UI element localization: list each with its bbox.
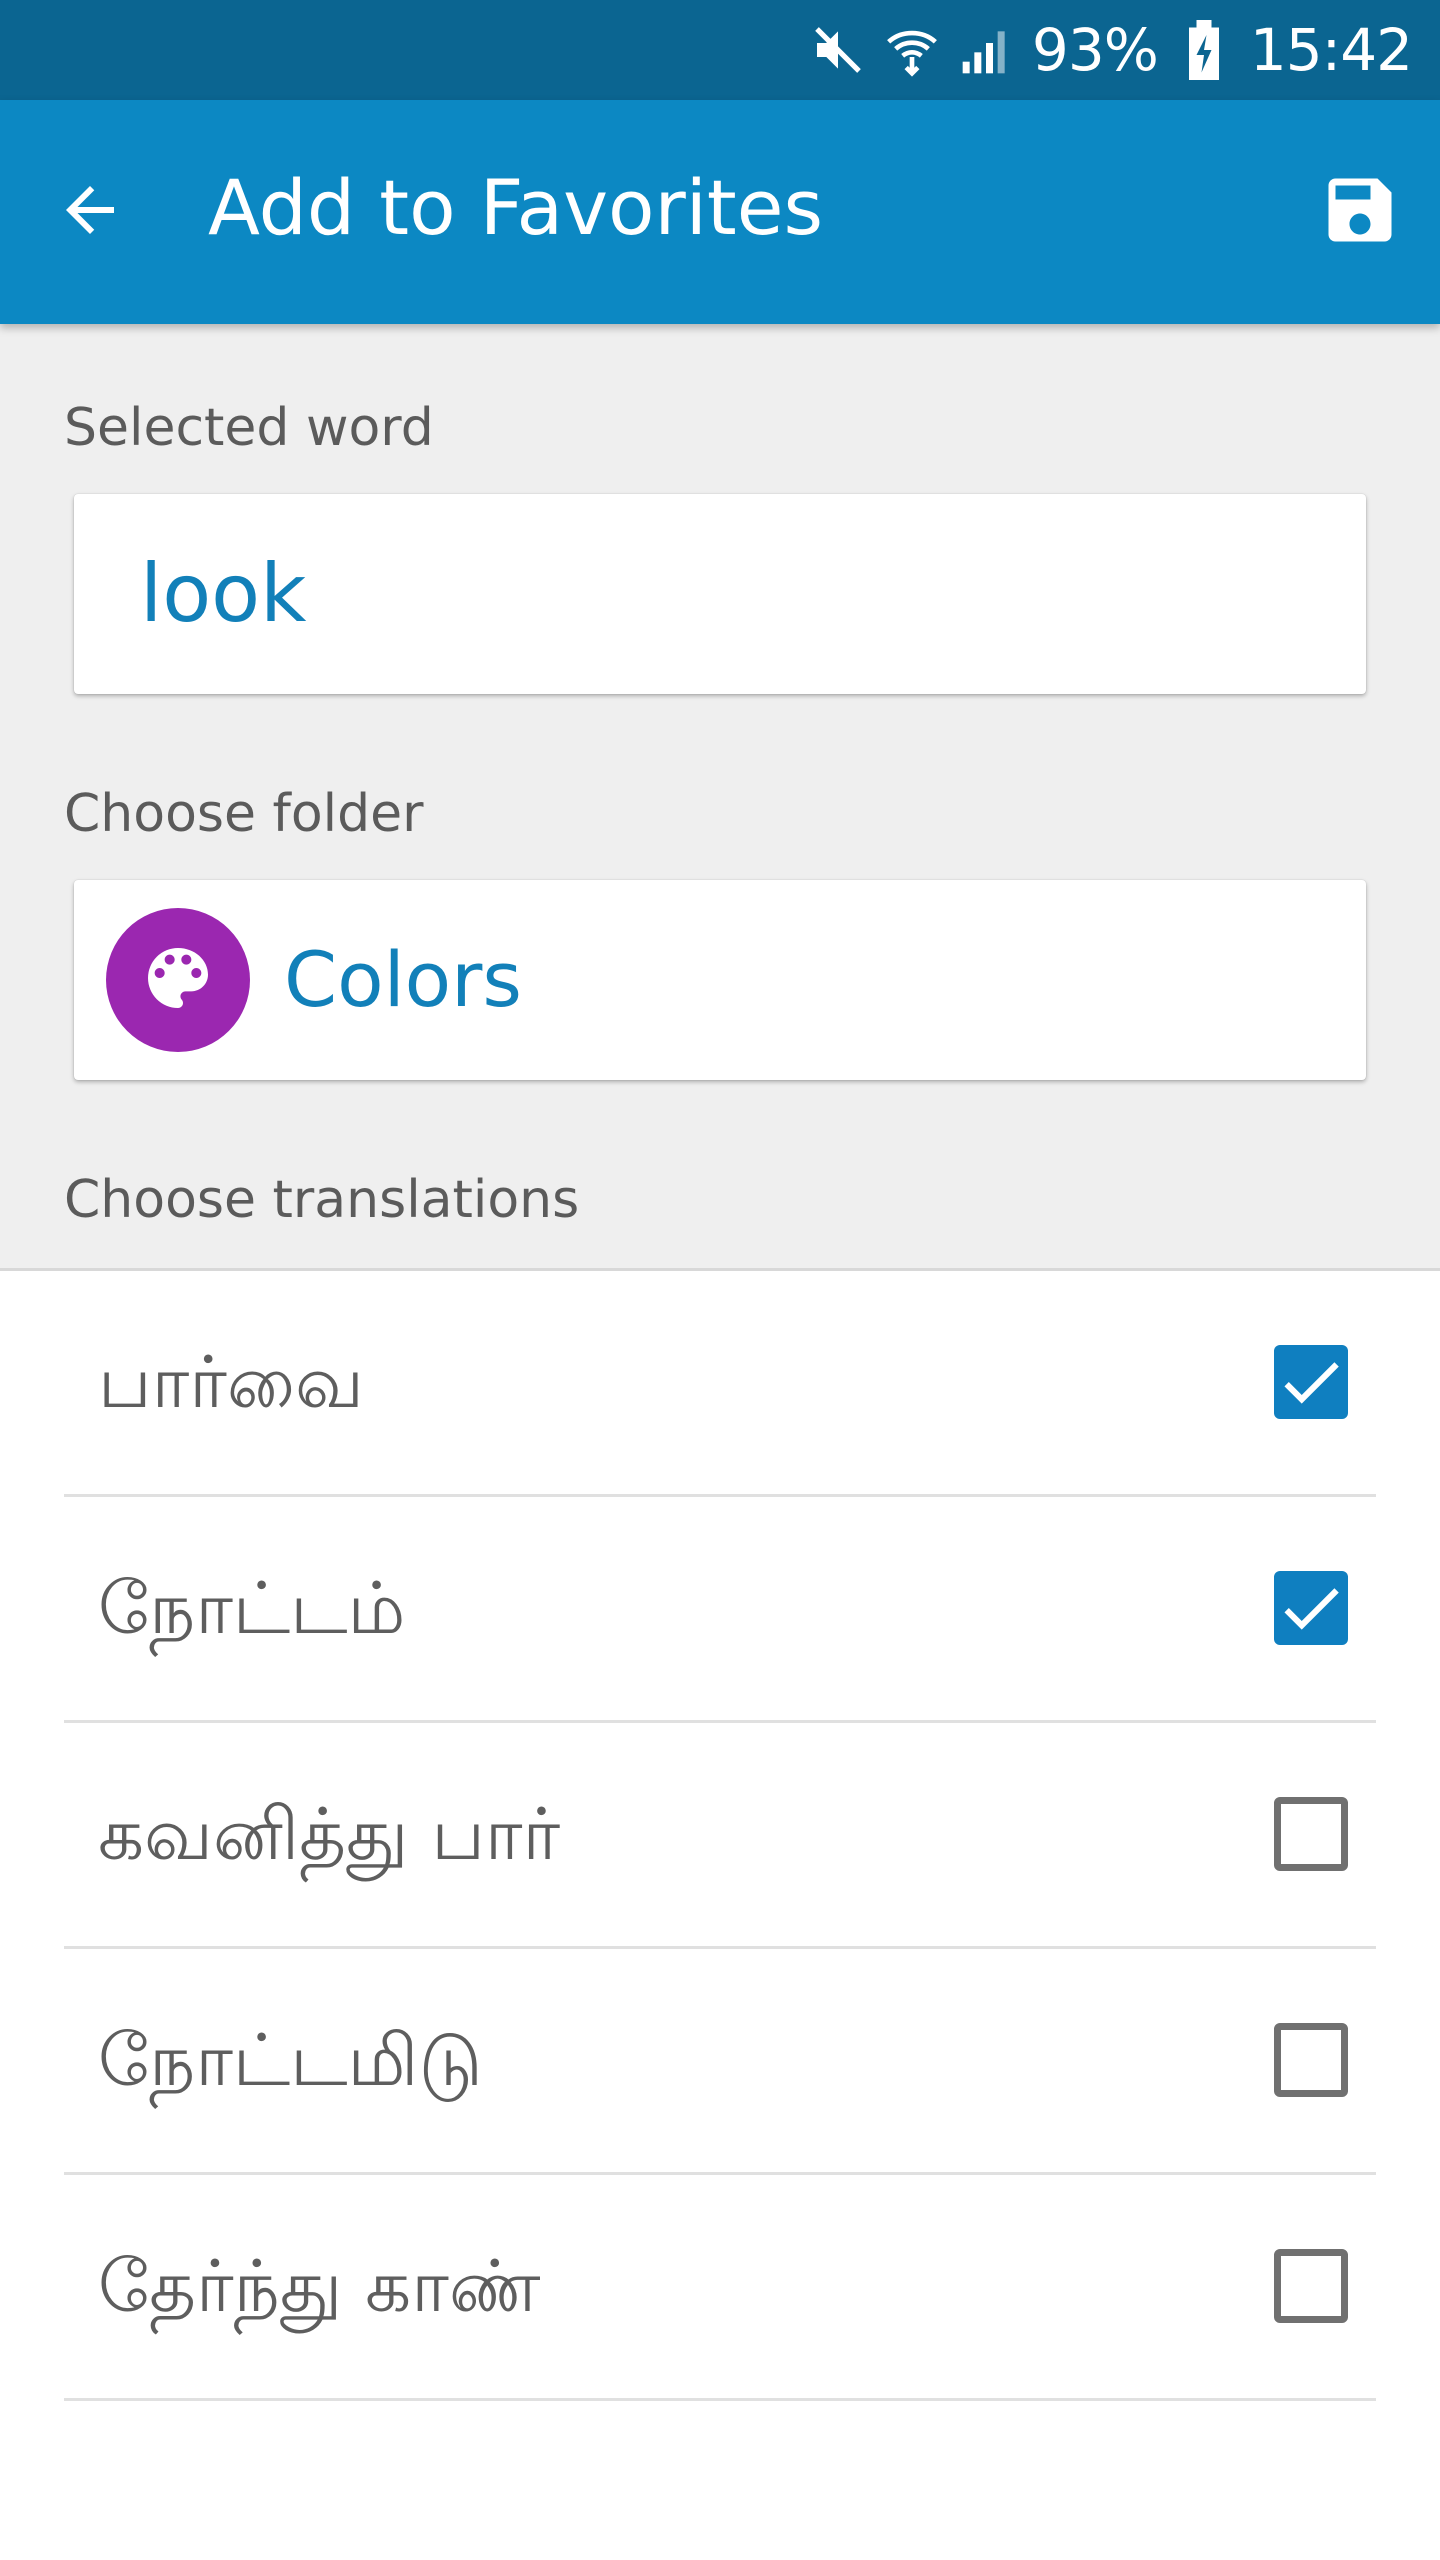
back-button[interactable] [40,162,140,262]
translation-checkbox-unchecked[interactable] [1274,1797,1348,1871]
translation-text: நோட்டம் [98,1566,406,1650]
check-icon [1284,1362,1339,1404]
selected-word-label: Selected word [64,398,434,458]
status-bar: 93% 15:42 [0,0,1440,100]
list-item[interactable]: நோட்டம் [0,1497,1440,1723]
selected-word-field[interactable]: look [74,494,1366,694]
save-icon [1318,168,1402,256]
translation-text: தேர்ந்து காண் [98,2244,541,2328]
save-button[interactable] [1310,162,1410,262]
folder-name: Colors [284,935,523,1024]
clock: 15:42 [1249,16,1413,84]
battery-charging-icon [1176,20,1232,80]
translation-checkbox-checked[interactable] [1274,1571,1348,1645]
list-item[interactable]: பார்வை [0,1271,1440,1497]
choose-folder-label: Choose folder [64,784,424,844]
divider [64,2398,1376,2401]
app-bar: Add to Favorites [0,100,1440,324]
signal-icon [958,22,1014,78]
form-area: Selected word look Choose folder Colors … [0,324,1440,1270]
choose-translations-label: Choose translations [64,1170,580,1230]
translation-text: பார்வை [98,1340,364,1424]
arrow-back-icon [54,174,126,250]
folder-selector[interactable]: Colors [74,880,1366,1080]
palette-icon [138,938,218,1022]
translation-text: கவனித்து பார் [98,1792,561,1876]
translation-checkbox-checked[interactable] [1274,1345,1348,1419]
translation-text: நோட்டமிடு [98,2018,483,2102]
check-icon [1284,1588,1339,1630]
selected-word-value: look [140,547,307,640]
list-item[interactable]: நோட்டமிடு [0,1949,1440,2175]
mute-icon [810,22,866,78]
translation-checkbox-unchecked[interactable] [1274,2023,1348,2097]
page-title: Add to Favorites [208,163,824,252]
battery-percent: 93% [1031,16,1159,84]
list-item[interactable]: தேர்ந்து காண் [0,2175,1440,2401]
wifi-icon [884,22,940,78]
translations-list: பார்வை நோட்டம் கவனித்து பார் நோட்டமிடு த… [0,1271,1440,2401]
folder-avatar [106,908,250,1052]
translation-checkbox-unchecked[interactable] [1274,2249,1348,2323]
list-item[interactable]: கவனித்து பார் [0,1723,1440,1949]
